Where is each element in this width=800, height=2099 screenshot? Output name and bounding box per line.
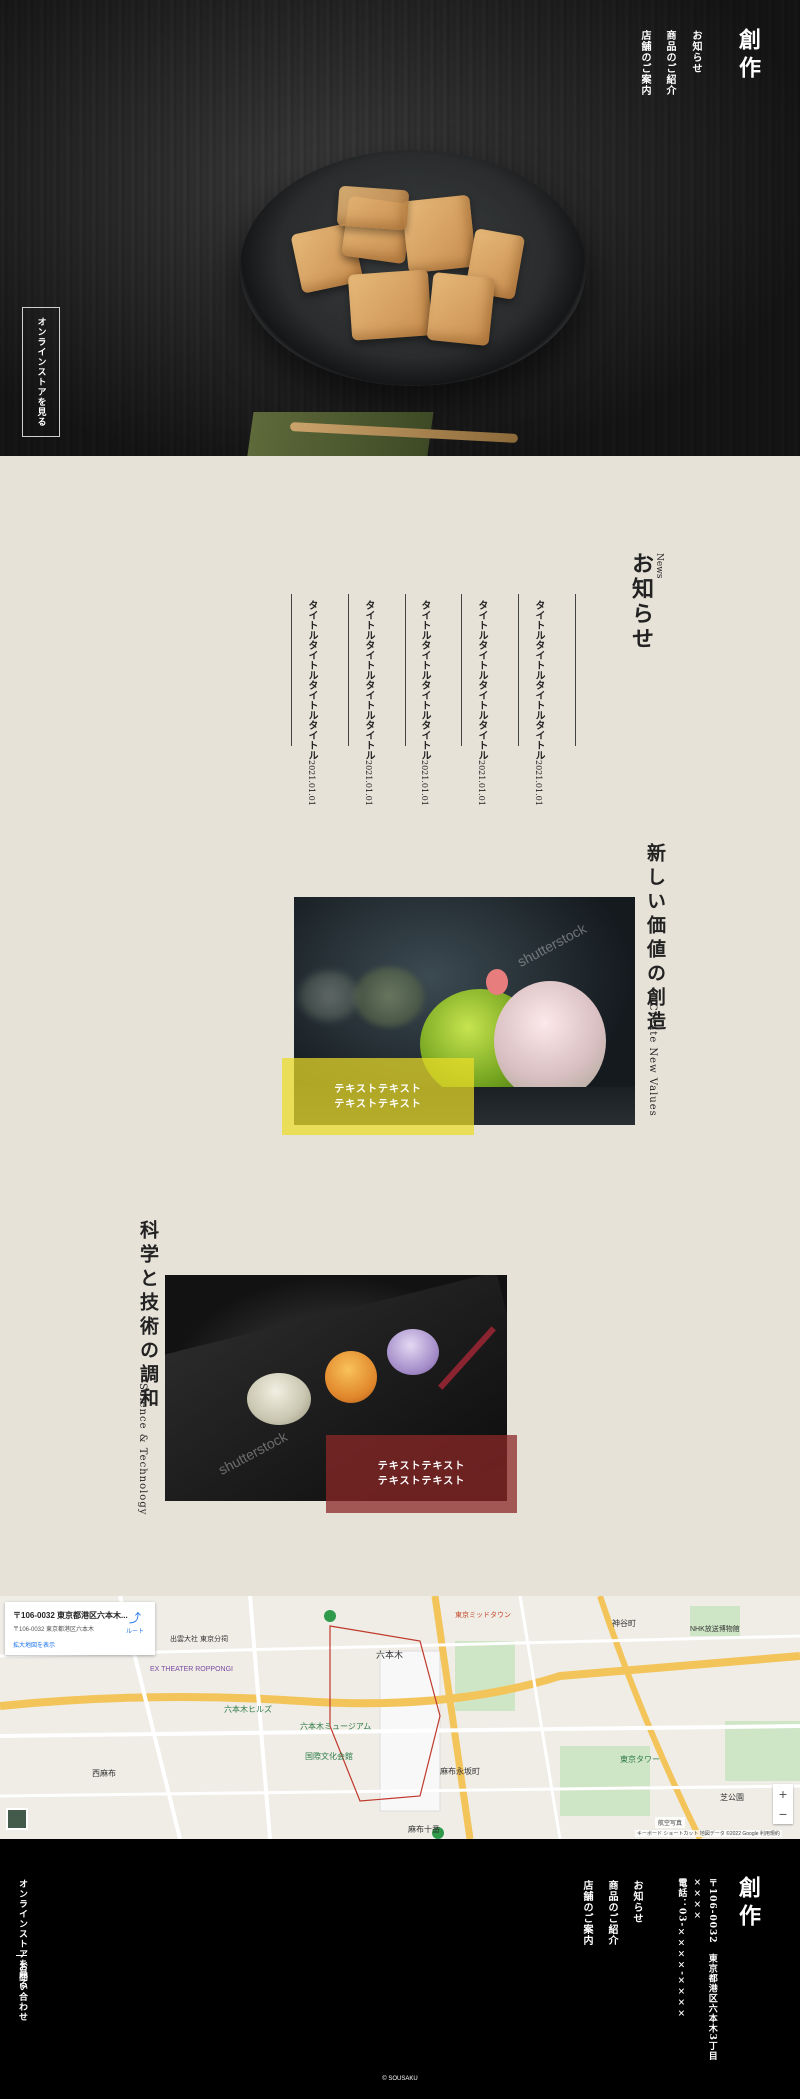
footer-brand-logo[interactable]: 創作: [732, 1876, 764, 1932]
map-label: 六本木ミュージアム: [300, 1722, 372, 1731]
map-label: NHK放送博物館: [690, 1626, 740, 1633]
news-item[interactable]: タイトルタイトルタイトルタイトル2021.01.01: [362, 600, 375, 806]
map-label: 西麻布: [92, 1769, 116, 1778]
map-route-button[interactable]: ⤴ ルート: [123, 1609, 147, 1635]
feature1-box-text: テキストテキスト: [334, 1098, 422, 1110]
footer-address: 〒106-0032 東京都港区六本木3丁目××××: [690, 1878, 719, 2099]
feature2-subtitle: Science & Technology: [137, 1383, 148, 1516]
news-item-date: 2021.01.01: [477, 760, 486, 806]
feature2-box-text: テキストテキスト: [377, 1476, 466, 1487]
feature2-textbox[interactable]: テキストテキスト テキストテキスト: [326, 1435, 517, 1513]
news-divider: [461, 594, 462, 746]
copyright: © SOUSAKU: [382, 2076, 418, 2082]
online-store-label: オンラインストアを見る: [35, 317, 46, 427]
zoom-in-button[interactable]: +: [773, 1784, 793, 1804]
map-label: 六本木: [376, 1650, 404, 1660]
watermark: shutterstock: [514, 920, 589, 970]
news-title: お知らせ: [628, 552, 654, 652]
news-item-date: 2021.01.01: [420, 760, 429, 806]
footer-contact-link[interactable]: お問い合わせ: [16, 1962, 29, 2022]
footer-phone: 電話：03-××××-××××: [676, 1878, 687, 2020]
map-label: 神谷町: [612, 1619, 636, 1628]
map-info-card: 〒106-0032 東京都港区六本木... 〒106-0032 東京都港区六本木…: [5, 1602, 155, 1655]
map-label: 芝公園: [720, 1793, 744, 1802]
footer-divider: [16, 1955, 27, 1956]
news-item[interactable]: タイトルタイトルタイトルタイトル2021.01.01: [475, 600, 488, 806]
footer-postal: 〒106-0032: [706, 1878, 717, 1944]
news-item-title: タイトルタイトルタイトルタイトル: [419, 600, 430, 760]
feature1-textbox[interactable]: テキストテキスト テキストテキスト: [282, 1058, 474, 1135]
nav-news[interactable]: お知らせ: [688, 30, 702, 74]
map-layer-button[interactable]: 航空写真: [655, 1817, 686, 1828]
nav-products[interactable]: 商品のご紹介: [662, 30, 676, 96]
map-card-address: 〒106-0032 東京都港区六本木: [13, 1627, 95, 1633]
map-card-title: 〒106-0032 東京都港区六本木...: [13, 1611, 128, 1620]
news-item[interactable]: タイトルタイトルタイトルタイトル2021.01.01: [305, 600, 318, 806]
map-view-larger-link[interactable]: 拡大地図を表示: [13, 1640, 55, 1649]
feature2-box-text: テキストテキスト: [377, 1461, 466, 1472]
route-icon: ⤴: [128, 1611, 141, 1625]
hero-section: [0, 0, 800, 456]
news-divider: [518, 594, 519, 746]
map-attribution: キーボード ショートカット 地図データ ©2022 Google 利用規約: [635, 1830, 782, 1837]
zoom-out-button[interactable]: −: [773, 1804, 793, 1824]
news-divider: [291, 594, 292, 746]
footer-nav-stores[interactable]: 店舗のご案内: [579, 1880, 594, 1946]
map-label: 麻布永坂町: [440, 1767, 480, 1776]
news-item-date: 2021.01.01: [534, 760, 543, 806]
news-item-title: タイトルタイトルタイトルタイトル: [533, 600, 544, 760]
online-store-button[interactable]: オンラインストアを見る: [22, 307, 60, 437]
nav-stores[interactable]: 店舗のご案内: [637, 30, 651, 96]
map-zoom-controls: + −: [773, 1784, 793, 1824]
footer-nav-products[interactable]: 商品のご紹介: [604, 1880, 619, 1946]
map-label: 東京ミッドタウン: [455, 1612, 511, 1619]
footer-nav-news[interactable]: お知らせ: [629, 1880, 644, 1924]
satellite-thumbnail[interactable]: [6, 1808, 28, 1830]
map-label: 出雲大社 東京分祠: [170, 1636, 228, 1643]
news-item-date: 2021.01.01: [307, 760, 316, 806]
news-item-date: 2021.01.01: [364, 760, 373, 806]
news-item[interactable]: タイトルタイトルタイトルタイトル2021.01.01: [532, 600, 545, 806]
map-label: EX THEATER ROPPONGI: [150, 1666, 233, 1673]
map-label: 麻布十番: [408, 1825, 440, 1834]
brand-logo[interactable]: 創作: [732, 28, 764, 84]
news-divider: [575, 594, 576, 746]
map-route-label: ルート: [125, 1629, 144, 1635]
map-label: 東京タワー: [620, 1755, 660, 1764]
news-item-title: タイトルタイトルタイトルタイトル: [306, 600, 317, 760]
news-item-title: タイトルタイトルタイトルタイトル: [363, 600, 374, 760]
news-item-title: タイトルタイトルタイトルタイトル: [476, 600, 487, 760]
feature1-subtitle: Create New Values: [647, 1003, 658, 1117]
news-divider: [348, 594, 349, 746]
map-label: 国際文化会館: [305, 1752, 353, 1761]
feature1-box-text: テキストテキスト: [334, 1083, 422, 1095]
news-divider: [405, 594, 406, 746]
map-label: 六本木ヒルズ: [224, 1705, 272, 1714]
news-item[interactable]: タイトルタイトルタイトルタイトル2021.01.01: [418, 600, 431, 806]
